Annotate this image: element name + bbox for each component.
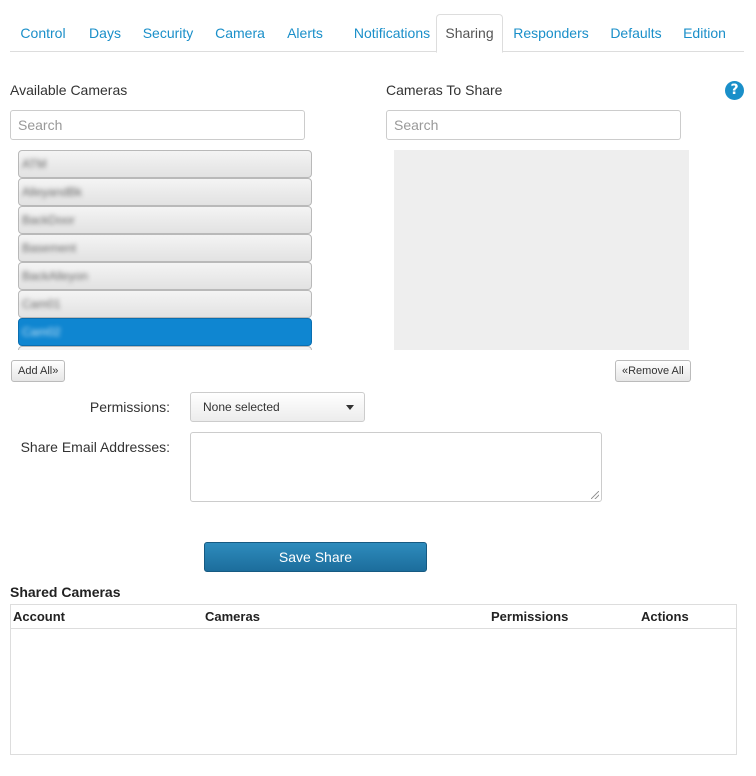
tab-responders[interactable]: Responders: [510, 14, 592, 52]
camera-list-item[interactable]: ATM: [18, 150, 312, 178]
column-header-permissions[interactable]: Permissions: [491, 605, 568, 628]
tab-bar: Control Days Security Camera Alerts Noti…: [10, 14, 744, 53]
permissions-label: Permissions:: [89, 399, 170, 415]
camera-list-item[interactable]: Basement: [18, 234, 312, 262]
column-header-actions[interactable]: Actions: [641, 605, 689, 628]
camera-list-item[interactable]: BackDoor: [18, 206, 312, 234]
cameras-to-share-list[interactable]: [394, 150, 689, 350]
add-all-button[interactable]: Add All»: [11, 360, 66, 382]
available-search-input[interactable]: [10, 110, 305, 140]
permissions-select[interactable]: None selected: [190, 392, 365, 422]
tab-control[interactable]: Control: [10, 14, 76, 52]
available-cameras-list: ATM AlleyandBk BackDoor Basement BackAll…: [18, 150, 312, 350]
camera-list-item[interactable]: BackAlleyon: [18, 262, 312, 290]
tab-security[interactable]: Security: [134, 14, 202, 52]
shared-cameras-title: Shared Cameras: [10, 584, 121, 600]
tab-alerts[interactable]: Alerts: [280, 14, 330, 52]
table-header: Account Cameras Permissions Actions: [11, 605, 736, 629]
camera-list-item[interactable]: Cam01: [18, 290, 312, 318]
camera-list-item[interactable]: [18, 346, 312, 350]
resize-grip-icon[interactable]: [591, 491, 599, 499]
tab-notifications[interactable]: Notifications: [342, 14, 442, 52]
share-search-input[interactable]: [386, 110, 681, 140]
share-email-label: Share Email Addresses:: [20, 439, 170, 455]
save-share-button[interactable]: Save Share: [204, 542, 427, 572]
tab-sharing[interactable]: Sharing: [436, 14, 503, 53]
remove-all-button[interactable]: «Remove All: [615, 360, 691, 382]
tab-days[interactable]: Days: [76, 14, 134, 52]
camera-list-item-selected[interactable]: Cam02: [18, 318, 312, 346]
tab-defaults[interactable]: Defaults: [604, 14, 668, 52]
camera-list-item[interactable]: AlleyandBk: [18, 178, 312, 206]
permissions-select-value: None selected: [203, 400, 280, 414]
caret-down-icon: [346, 405, 354, 410]
cameras-to-share-heading: Cameras To Share: [386, 82, 503, 98]
share-email-textarea[interactable]: [190, 432, 602, 502]
tab-camera[interactable]: Camera: [206, 14, 274, 52]
column-header-account[interactable]: Account: [13, 605, 65, 628]
help-icon[interactable]: ?: [725, 81, 744, 100]
tab-edition[interactable]: Edition: [678, 14, 731, 52]
available-cameras-heading: Available Cameras: [10, 82, 128, 98]
shared-cameras-table: Account Cameras Permissions Actions: [10, 604, 737, 755]
column-header-cameras[interactable]: Cameras: [205, 605, 260, 628]
